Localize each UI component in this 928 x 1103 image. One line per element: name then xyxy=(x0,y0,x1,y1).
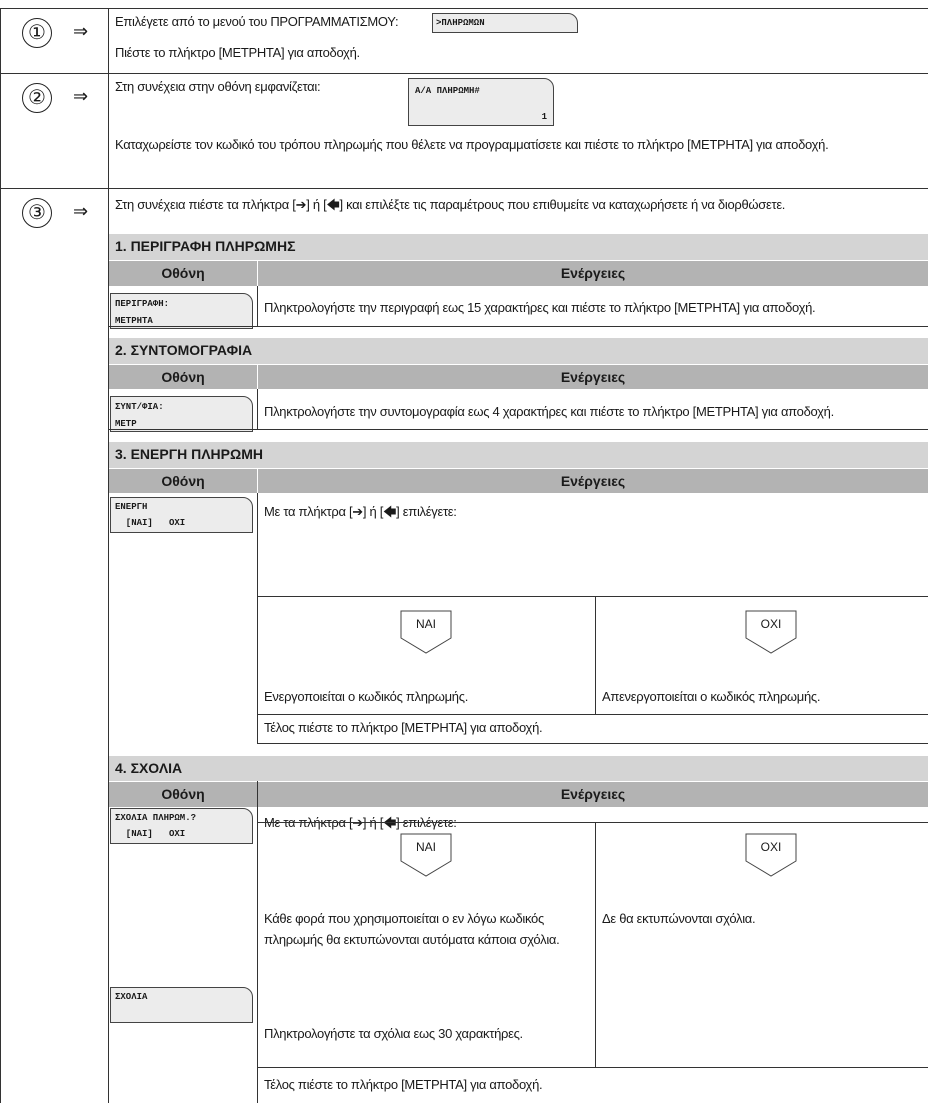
no-key-icon: ΟΧΙ xyxy=(745,833,797,877)
step3-instruction: Στη συνέχεια πιέστε τα πλήκτρα [➔] ή [🡄]… xyxy=(115,197,786,212)
step1-confirm: Πιέστε το πλήκτρο [ΜΕΤΡΗΤΑ] για αποδοχή. xyxy=(115,45,360,60)
row-divider xyxy=(257,822,928,823)
lcd-text: ΜΕΤΡΗΤΑ xyxy=(115,316,153,326)
step-number-2: ② xyxy=(22,83,52,113)
lcd-display-description: ΠΕΡΙΓΡΑΦΗ: ΜΕΤΡΗΤΑ xyxy=(110,293,253,329)
table-divider xyxy=(257,781,258,1103)
column-header-actions: Ενέργειες xyxy=(258,365,928,389)
frame-left-border xyxy=(0,8,1,1103)
lcd-display-step2: Α/Α ΠΛΗΡΩΜΗ# 1 xyxy=(408,78,554,126)
lcd-text: ΣΧΟΛΙΑ ΠΛΗΡΩΜ.? xyxy=(115,813,197,823)
action-text: Με τα πλήκτρα [➔] ή [🡄] επιλέγετε: xyxy=(264,504,457,519)
lcd-display-comments-toggle: ΣΧΟΛΙΑ ΠΛΗΡΩΜ.? [ΝΑΙ] ΟΧΙ xyxy=(110,808,253,844)
section-title: 3. ΕΝΕΡΓΗ ΠΛΗΡΩΜΗ xyxy=(109,442,928,468)
lcd-display-step1: >ΠΛΗΡΩΜΩΝ xyxy=(432,13,578,33)
lcd-text: 1 xyxy=(541,112,547,122)
row-divider xyxy=(109,429,928,430)
comments-text: Πληκτρολογήστε τα σχόλια εως 30 χαρακτήρ… xyxy=(264,1026,523,1041)
yes-description: πληρωμής θα εκτυπώνονται αυτόματα κάποια… xyxy=(264,932,560,947)
finish-text: Τέλος πιέστε το πλήκτρο [ΜΕΤΡΗΤΑ] για απ… xyxy=(264,720,543,735)
finish-text: Τέλος πιέστε το πλήκτρο [ΜΕΤΡΗΤΑ] για απ… xyxy=(264,1077,543,1092)
lcd-text: >ΠΛΗΡΩΜΩΝ xyxy=(436,18,485,28)
key-label: ΟΧΙ xyxy=(760,617,782,631)
column-header-screen: Οθόνη xyxy=(109,365,257,389)
row-divider xyxy=(109,326,928,327)
lcd-text: ΕΝΕΡΓΗ xyxy=(115,502,148,512)
lcd-text: [ΝΑΙ] ΟΧΙ xyxy=(115,829,186,839)
action-text: Πληκτρολογήστε την συντομογραφία εως 4 χ… xyxy=(264,404,834,419)
step-arrow-2: ⇒ xyxy=(73,86,89,107)
lcd-display-active: ΕΝΕΡΓΗ [ΝΑΙ] ΟΧΙ xyxy=(110,497,253,533)
key-label: ΟΧΙ xyxy=(760,840,782,854)
lcd-display-comments: ΣΧΟΛΙΑ xyxy=(110,987,253,1023)
column-header-actions: Ενέργειες xyxy=(258,261,928,286)
lcd-text: ΣΧΟΛΙΑ xyxy=(115,992,148,1002)
row-divider xyxy=(0,188,928,189)
no-key-icon: ΟΧΙ xyxy=(745,610,797,654)
row-divider xyxy=(257,1067,928,1068)
lcd-text: ΣΥΝΤ/ΦΙΑ: xyxy=(115,402,164,412)
table-divider xyxy=(595,596,596,714)
table-divider xyxy=(257,389,258,429)
step2-description: Καταχωρείστε τον κωδικό του τρόπου πληρω… xyxy=(115,137,829,152)
lcd-text: ΠΕΡΙΓΡΑΦΗ: xyxy=(115,299,170,309)
step-number-3: ③ xyxy=(22,198,52,228)
step-arrow-1: ⇒ xyxy=(73,21,89,42)
lcd-text: [ΝΑΙ] ΟΧΙ xyxy=(115,518,186,528)
lcd-text: ΜΕΤΡ xyxy=(115,419,137,429)
row-divider xyxy=(257,743,928,744)
table-divider xyxy=(595,822,596,1067)
step1-instruction: Επιλέγετε από το μενού του ΠΡΟΓΡΑΜΜΑΤΙΣΜ… xyxy=(115,14,399,29)
no-description: Δε θα εκτυπώνονται σχόλια. xyxy=(602,911,756,926)
no-description: Απενεργοποιείται ο κωδικός πληρωμής. xyxy=(602,689,821,704)
key-label: ΝΑΙ xyxy=(415,840,436,854)
table-divider xyxy=(257,286,258,326)
row-divider xyxy=(257,714,928,715)
frame-top-border xyxy=(0,8,928,9)
section-title: 4. ΣΧΟΛΙΑ xyxy=(109,756,928,781)
row-divider xyxy=(0,73,928,74)
frame-divider xyxy=(108,8,109,1103)
yes-description: Ενεργοποιείται ο κωδικός πληρωμής. xyxy=(264,689,469,704)
column-header-actions: Ενέργειες xyxy=(258,469,928,493)
section-title: 2. ΣΥΝΤΟΜΟΓΡΑΦΙΑ xyxy=(109,338,928,364)
column-header-screen: Οθόνη xyxy=(109,469,257,493)
row-divider xyxy=(257,596,928,597)
lcd-display-abbreviation: ΣΥΝΤ/ΦΙΑ: ΜΕΤΡ xyxy=(110,396,253,432)
yes-key-icon: ΝΑΙ xyxy=(400,833,452,877)
action-text: Πληκτρολογήστε την περιγραφή εως 15 χαρα… xyxy=(264,300,816,315)
lcd-text: Α/Α ΠΛΗΡΩΜΗ# xyxy=(415,86,480,96)
yes-key-icon: ΝΑΙ xyxy=(400,610,452,654)
table-divider xyxy=(257,493,258,743)
section-title: 1. ΠΕΡΙΓΡΑΦΗ ΠΛΗΡΩΜΗΣ xyxy=(109,234,928,260)
key-label: ΝΑΙ xyxy=(415,617,436,631)
step2-instruction: Στη συνέχεια στην οθόνη εμφανίζεται: xyxy=(115,79,321,94)
column-header-screen: Οθόνη xyxy=(109,261,257,286)
column-header-actions: Ενέργειες xyxy=(258,782,928,807)
column-header-screen: Οθόνη xyxy=(109,782,257,807)
yes-description: Κάθε φορά που χρησιμοποιείται ο εν λόγω … xyxy=(264,911,544,926)
step-arrow-3: ⇒ xyxy=(73,201,89,222)
step-number-1: ① xyxy=(22,18,52,48)
